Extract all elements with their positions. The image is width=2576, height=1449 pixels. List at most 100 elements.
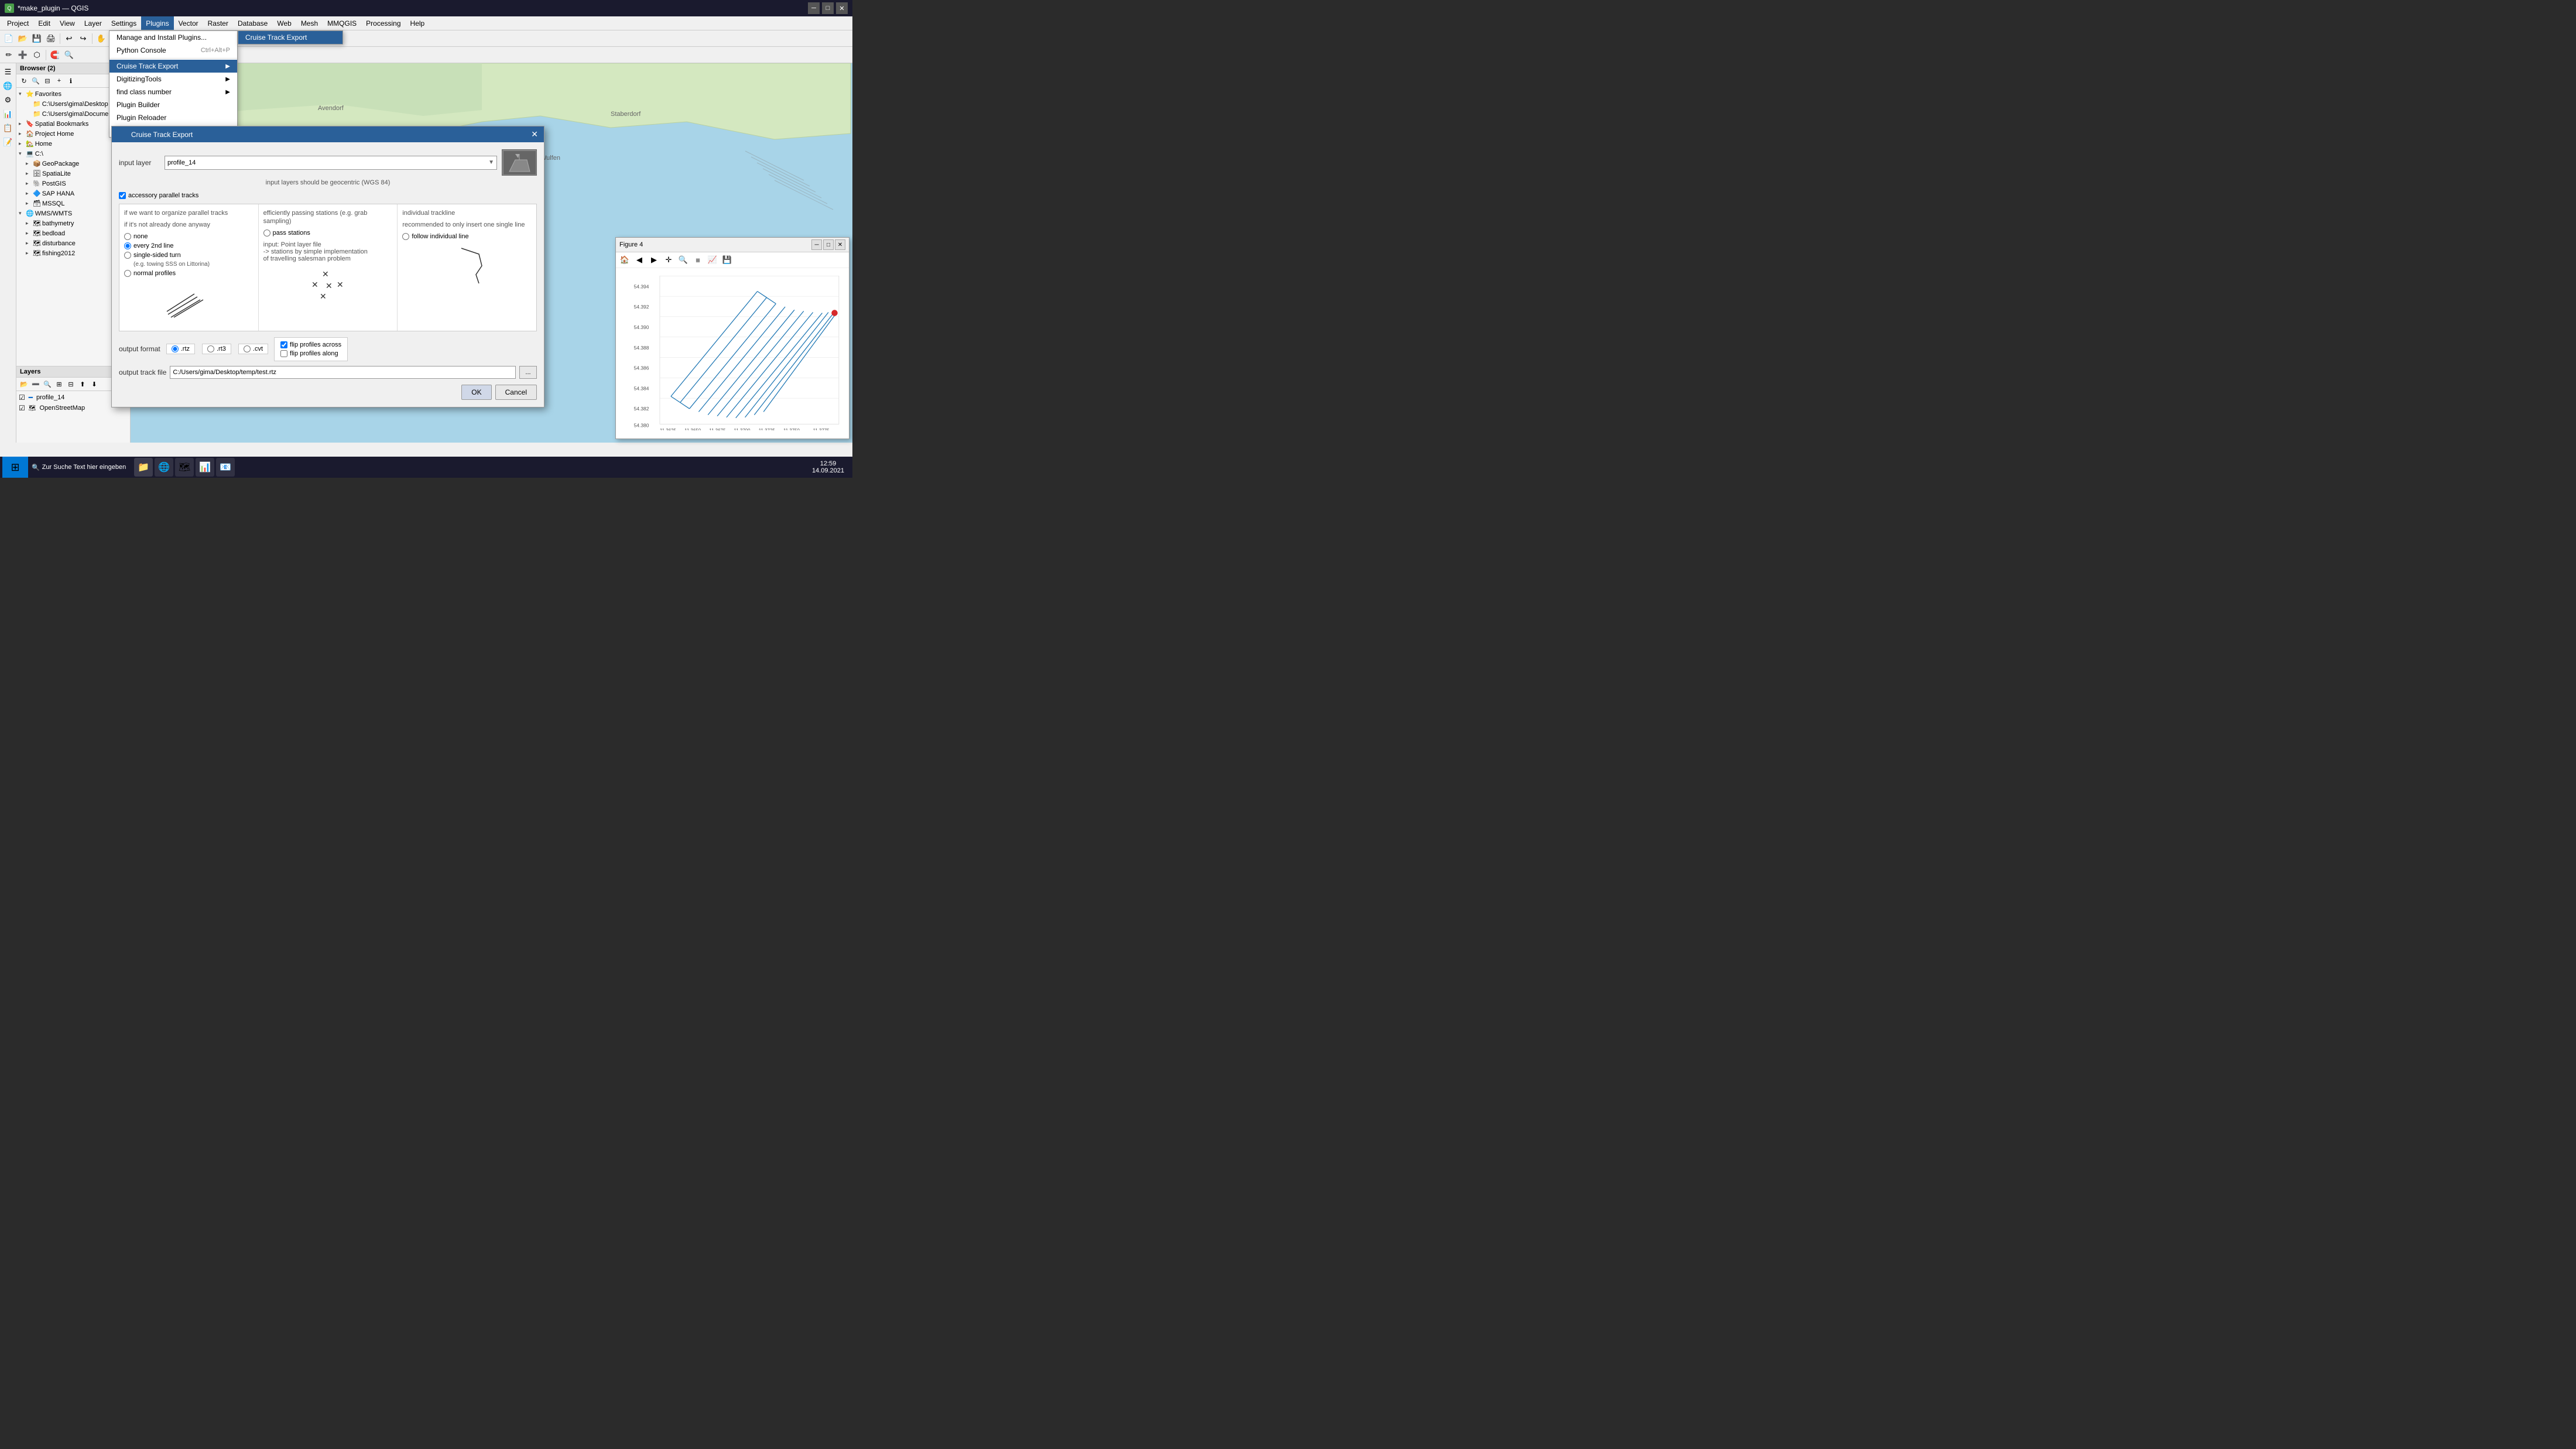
taskbar-app-4[interactable]: 📊	[196, 458, 214, 477]
output-file-input[interactable]	[170, 366, 516, 379]
pan-map-button[interactable]: ✋	[95, 32, 108, 45]
log-panel-btn[interactable]: 📝	[2, 136, 15, 149]
layers-open-btn[interactable]: 📂	[19, 379, 29, 389]
layers-expand-btn[interactable]: ⊞	[54, 379, 64, 389]
browser-panel-btn[interactable]: 🌐	[2, 80, 15, 93]
layers-move-bottom-btn[interactable]: ⬇	[89, 379, 100, 389]
figure4-maximize[interactable]: □	[823, 239, 834, 250]
fig-forward-btn[interactable]: ▶	[648, 254, 660, 266]
edit-layer-button[interactable]: ✏	[2, 49, 15, 61]
accessory-tracks-checkbox[interactable]	[119, 192, 126, 199]
radio-singlesided[interactable]	[124, 252, 131, 259]
menu-plugins[interactable]: Plugins	[141, 16, 173, 30]
menu-web[interactable]: Web	[272, 16, 296, 30]
radio-cvt[interactable]	[244, 345, 251, 352]
menu-mmqgis[interactable]: MMQGIS	[323, 16, 361, 30]
menu-help[interactable]: Help	[406, 16, 430, 30]
svg-text:✕: ✕	[326, 281, 333, 290]
layers-move-top-btn[interactable]: ⬆	[77, 379, 88, 389]
save-as-button[interactable]: 🖨	[44, 32, 57, 45]
maximize-button[interactable]: □	[822, 2, 834, 14]
menu-mesh[interactable]: Mesh	[296, 16, 323, 30]
menu-cruise-track-export[interactable]: Cruise Track Export ▶	[109, 60, 237, 73]
cruise-submenu: Cruise Track Export	[238, 30, 343, 44]
radio-normalprofiles[interactable]	[124, 270, 131, 277]
menu-raster[interactable]: Raster	[203, 16, 233, 30]
radio-followline[interactable]	[402, 233, 409, 240]
radio-rtz[interactable]	[172, 345, 179, 352]
fig-zoom-btn[interactable]: 🔍	[677, 254, 690, 266]
fig-chart-btn[interactable]: 📈	[706, 254, 719, 266]
layers-remove-btn[interactable]: ➖	[30, 379, 41, 389]
vertex-tool-button[interactable]: ⬡	[30, 49, 43, 61]
menu-view[interactable]: View	[55, 16, 80, 30]
format-rt3[interactable]: .rt3	[202, 344, 231, 354]
cruise-track-export-dialog: Q Cruise Track Export ✕ input layer prof…	[111, 126, 544, 407]
flip-along-checkbox[interactable]	[280, 350, 287, 357]
menu-layer[interactable]: Layer	[80, 16, 107, 30]
layers-panel-btn[interactable]: ☰	[2, 66, 15, 78]
browser-refresh-btn[interactable]: ↻	[19, 76, 29, 86]
start-button[interactable]: ⊞	[2, 457, 28, 478]
trackline-title2: recommended to only insert one single li…	[402, 221, 532, 229]
open-project-button[interactable]: 📂	[16, 32, 29, 45]
menu-settings[interactable]: Settings	[107, 16, 141, 30]
processing-panel-btn[interactable]: ⚙	[2, 94, 15, 107]
taskbar-app-qgis[interactable]: 🗺	[175, 458, 194, 477]
svg-text:Avendorf: Avendorf	[318, 105, 344, 112]
save-project-button[interactable]: 💾	[30, 32, 43, 45]
format-rtz[interactable]: .rtz	[166, 344, 195, 354]
browse-button[interactable]: ...	[519, 366, 537, 379]
taskbar-app-5[interactable]: 📧	[216, 458, 235, 477]
radio-passstations[interactable]	[263, 229, 270, 237]
browser-info-btn[interactable]: ℹ	[66, 76, 76, 86]
undo-button[interactable]: ↩	[63, 32, 76, 45]
minimize-button[interactable]: ─	[808, 2, 820, 14]
fig-save-btn[interactable]: 💾	[721, 254, 734, 266]
flip-across-checkbox[interactable]	[280, 341, 287, 348]
redo-button[interactable]: ↪	[77, 32, 90, 45]
search-bar-button[interactable]: 🔍	[63, 49, 76, 61]
menu-plugin-reloader[interactable]: Plugin Reloader	[109, 111, 237, 124]
menu-processing[interactable]: Processing	[361, 16, 405, 30]
taskbar-search[interactable]: 🔍 Zur Suche Text hier eingeben	[28, 464, 129, 471]
layers-filter-btn[interactable]: 🔍	[42, 379, 53, 389]
dialog-close-button[interactable]: ✕	[531, 129, 538, 139]
radio-rt3[interactable]	[207, 345, 214, 352]
taskbar-app-1[interactable]: 📁	[134, 458, 153, 477]
fig-pan-btn[interactable]: ✛	[662, 254, 675, 266]
add-feature-button[interactable]: ➕	[16, 49, 29, 61]
cancel-button[interactable]: Cancel	[495, 385, 537, 400]
close-window-button[interactable]: ✕	[836, 2, 848, 14]
menu-vector[interactable]: Vector	[174, 16, 203, 30]
submenu-cruise-track-export[interactable]: Cruise Track Export	[238, 31, 342, 44]
results-panel-btn[interactable]: 📋	[2, 122, 15, 135]
fig-back-btn[interactable]: ◀	[633, 254, 646, 266]
menu-find-class[interactable]: find class number ▶	[109, 85, 237, 98]
menu-edit[interactable]: Edit	[33, 16, 55, 30]
fig-home-btn[interactable]: 🏠	[618, 254, 631, 266]
menu-digitizing-tools[interactable]: DigitizingTools ▶	[109, 73, 237, 85]
layers-collapse-btn[interactable]: ⊟	[66, 379, 76, 389]
radio-every2nd[interactable]	[124, 242, 131, 249]
fig-settings-btn[interactable]: ≡	[691, 254, 704, 266]
new-project-button[interactable]: 📄	[2, 32, 15, 45]
menu-database[interactable]: Database	[233, 16, 272, 30]
snap-button[interactable]: 🧲	[49, 49, 61, 61]
input-layer-combo[interactable]: profile_14 ▼	[165, 156, 497, 170]
figure4-close[interactable]: ✕	[835, 239, 845, 250]
menu-python-console[interactable]: Python Console Ctrl+Alt+P	[109, 44, 237, 57]
menu-manage-plugins[interactable]: Manage and Install Plugins...	[109, 31, 237, 44]
browser-filter-btn[interactable]: 🔍	[30, 76, 41, 86]
label-rtz: .rtz	[181, 345, 190, 352]
menu-plugin-builder[interactable]: Plugin Builder	[109, 98, 237, 111]
format-cvt[interactable]: .cvt	[238, 344, 268, 354]
ok-button[interactable]: OK	[461, 385, 491, 400]
taskbar-app-2[interactable]: 🌐	[155, 458, 173, 477]
radio-none[interactable]	[124, 233, 131, 240]
browser-collapse-btn[interactable]: ⊟	[42, 76, 53, 86]
browser-add-btn[interactable]: +	[54, 76, 64, 86]
figure4-minimize[interactable]: ─	[811, 239, 822, 250]
statistics-panel-btn[interactable]: 📊	[2, 108, 15, 121]
menu-project[interactable]: Project	[2, 16, 33, 30]
